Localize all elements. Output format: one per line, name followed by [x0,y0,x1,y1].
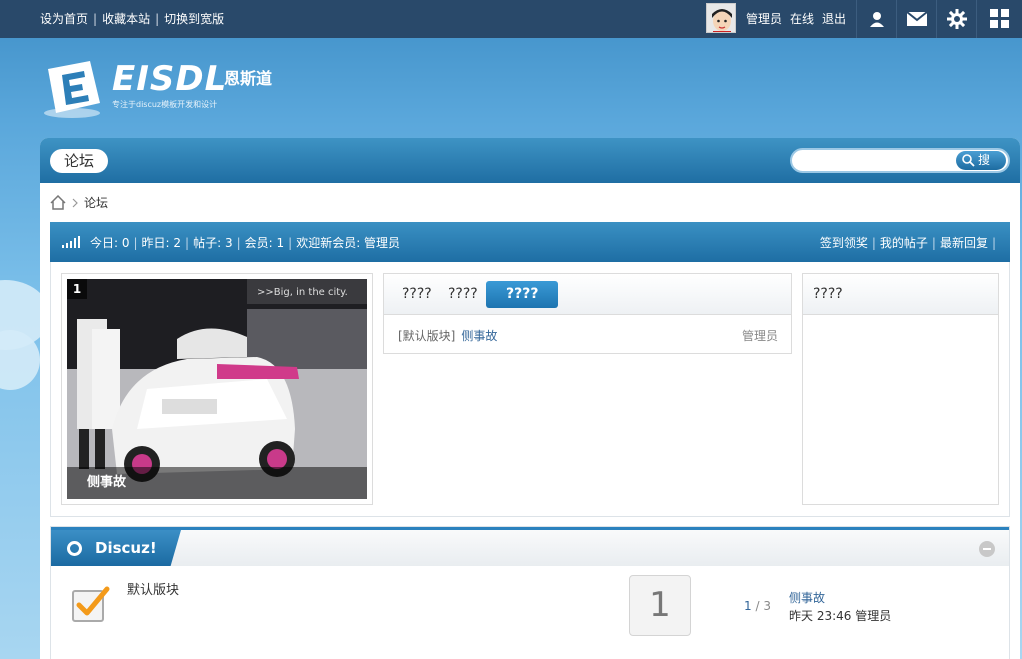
today-post-counter: 1 [629,575,691,636]
side-box-title: ???? [803,274,998,315]
stat-posts: 帖子: 3 [193,236,233,250]
svg-text:>>Big, in the city.: >>Big, in the city. [257,287,348,298]
tabs-header: ???? ???? ???? [384,274,791,315]
thread-author[interactable]: 管理员 [742,327,778,344]
stat-members: 会员: 1 [244,236,285,250]
stats-summary: 今日: 0 | 昨日: 2 | 帖子: 3 | 会员: 1 | 欢迎新会员: 管理员 [90,236,401,250]
search-button[interactable]: 搜 [956,151,1006,170]
forum-category: Discuz! 默认版块 1 1 / 3 侧事故 昨天 23:46 管理员 [50,526,1010,659]
slide-caption[interactable]: 侧事故 [67,467,367,499]
logo-slogan: 专注于discuz模板开发和设计 [112,100,218,109]
stat-yesterday: 昨日: 2 [141,236,182,250]
chevron-right-icon [72,198,78,207]
switch-wide-link[interactable]: 切换到宽版 [164,12,224,26]
top-links: 设为首页 | 收藏本站 | 切换到宽版 [40,12,225,26]
breadcrumb-current[interactable]: 论坛 [84,194,108,211]
my-posts-link[interactable]: 我的帖子 [880,236,928,250]
stats-links: 签到领奖 | 我的帖子 | 最新回复 | [819,236,996,250]
main-panel: 论坛 搜 论坛 今日: 0 | 昨日: 2 | 帖子: 3 | 会员: 1 | 欢迎新会员: 管… [40,138,1020,659]
user-icon[interactable] [856,0,896,38]
grid-icon[interactable] [976,0,1022,38]
forum-prefix[interactable]: [默认版块] [398,329,455,343]
thread-count: 1 [744,599,752,613]
last-post-title[interactable]: 侧事故 [789,589,891,607]
last-post-time: 昨天 23:46 [789,609,852,623]
breadcrumb: 论坛 [50,194,108,211]
thread-link[interactable]: 侧事故 [461,329,497,343]
signal-icon [62,236,80,248]
portal-area: >>Big, in the city. 1 侧事故 ???? ???? ????… [50,262,1010,517]
search-input[interactable] [800,152,950,170]
mail-icon[interactable] [896,0,936,38]
stat-newest-member[interactable]: 欢迎新会员: 管理员 [296,236,400,250]
post-count: 3 [763,599,771,613]
home-icon[interactable] [50,195,66,210]
slide-number[interactable]: 1 [67,279,87,299]
category-header: Discuz! [51,527,1009,566]
last-post: 侧事故 昨天 23:46 管理员 [789,589,891,625]
logo-chinese: 恩斯道 [224,69,273,88]
tab-forum[interactable]: 论坛 [50,149,109,173]
search-button-label: 搜 [978,153,991,167]
tab-3-active[interactable]: ???? [486,281,559,308]
latest-replies-link[interactable]: 最新回复 [940,236,988,250]
stats-bar: 今日: 0 | 昨日: 2 | 帖子: 3 | 会员: 1 | 欢迎新会员: 管理员 签到领奖 |… [50,222,1010,262]
tab-2[interactable]: ???? [440,281,486,308]
search-box: 搜 [790,148,1010,173]
tab-1[interactable]: ???? [394,281,440,308]
category-title-text: Discuz! [95,539,157,557]
site-logo[interactable]: EISDL 恩斯道 专注于discuz模板开发和设计 [42,55,282,125]
avatar[interactable] [706,3,736,33]
tabs-box: ???? ???? ???? [默认版块] 侧事故 管理员 [383,273,792,354]
gear-icon[interactable] [936,0,976,38]
logo-text: EISDL [112,59,228,99]
circle-icon [67,541,82,556]
top-bar: 设为首页 | 收藏本站 | 切换到宽版 管理员 在线 退出 [0,0,1022,38]
online-status[interactable]: 在线 [790,12,814,26]
last-post-author[interactable]: 管理员 [855,609,891,623]
slide-image[interactable]: >>Big, in the city. 1 侧事故 [67,279,367,499]
thread-post-count: 1 / 3 [744,599,771,613]
side-box: ???? [802,273,999,505]
logout-link[interactable]: 退出 [822,12,846,26]
forum-name[interactable]: 默认版块 [127,579,179,598]
main-nav: 论坛 搜 [40,138,1020,183]
set-homepage-link[interactable]: 设为首页 [40,12,88,26]
username-link[interactable]: 管理员 [746,12,782,26]
stat-today: 今日: 0 [90,236,130,250]
user-menu: 管理员 在线 退出 [746,10,854,27]
list-item: [默认版块] 侧事故 管理员 [398,327,778,344]
forum-check-icon[interactable] [71,585,111,625]
image-slider[interactable]: >>Big, in the city. 1 侧事故 [61,273,373,505]
collapse-icon[interactable] [979,541,995,557]
bookmark-link[interactable]: 收藏本站 [102,12,150,26]
search-icon [962,154,975,167]
checkin-link[interactable]: 签到领奖 [820,236,868,250]
